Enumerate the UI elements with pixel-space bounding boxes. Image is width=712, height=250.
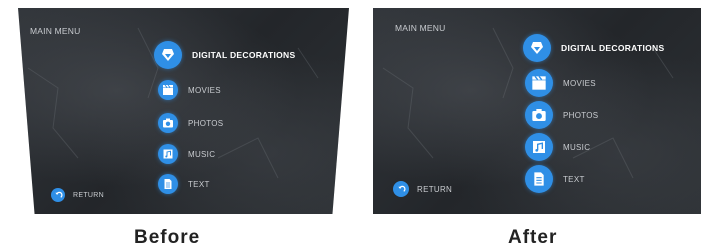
before-screen: MAIN MENU DIGITAL DECORATIONS MOVIES PHO… [18,8,349,214]
main-menu-title: MAIN MENU [395,23,446,33]
menu-item-label: TEXT [563,174,585,184]
menu-item-label: MUSIC [188,149,216,159]
menu-item-label: MUSIC [563,142,591,152]
document-icon [158,174,178,194]
main-menu-title: MAIN MENU [30,26,81,36]
menu-item-music[interactable]: MUSIC [525,133,590,161]
menu-item-photos[interactable]: PHOTOS [525,101,598,129]
menu-item-digital-decorations[interactable]: DIGITAL DECORATIONS [154,41,295,69]
menu-item-movies[interactable]: MOVIES [158,80,221,100]
menu-item-label: DIGITAL DECORATIONS [192,50,296,60]
camera-icon [158,113,178,133]
camera-icon [525,101,553,129]
after-caption: After [508,227,558,248]
after-screen: MAIN MENU DIGITAL DECORATIONS MOVIES PHO… [373,8,701,214]
clapperboard-icon [525,69,553,97]
menu-item-text[interactable]: TEXT [158,174,210,194]
menu-item-photos[interactable]: PHOTOS [158,113,223,133]
menu-item-label: PHOTOS [563,110,599,120]
menu-item-text[interactable]: TEXT [525,165,585,193]
document-icon [525,165,553,193]
return-label: RETURN [417,184,453,194]
gem-icon [523,34,551,62]
return-arrow-icon [393,181,409,197]
menu-item-label: MOVIES [563,78,596,88]
music-note-icon [525,133,553,161]
music-note-icon [158,144,178,164]
return-button[interactable]: RETURN [51,188,104,202]
menu-item-label: TEXT [188,179,210,189]
menu-item-digital-decorations[interactable]: DIGITAL DECORATIONS [523,34,664,62]
menu-item-music[interactable]: MUSIC [158,144,215,164]
clapperboard-icon [158,80,178,100]
return-arrow-icon [51,188,65,202]
return-label: RETURN [73,191,104,199]
before-caption: Before [134,227,201,248]
menu-item-label: DIGITAL DECORATIONS [561,43,665,53]
return-button[interactable]: RETURN [393,181,452,197]
gem-icon [154,41,182,69]
menu-item-label: PHOTOS [188,118,224,128]
menu-item-label: MOVIES [188,85,221,95]
menu-item-movies[interactable]: MOVIES [525,69,596,97]
